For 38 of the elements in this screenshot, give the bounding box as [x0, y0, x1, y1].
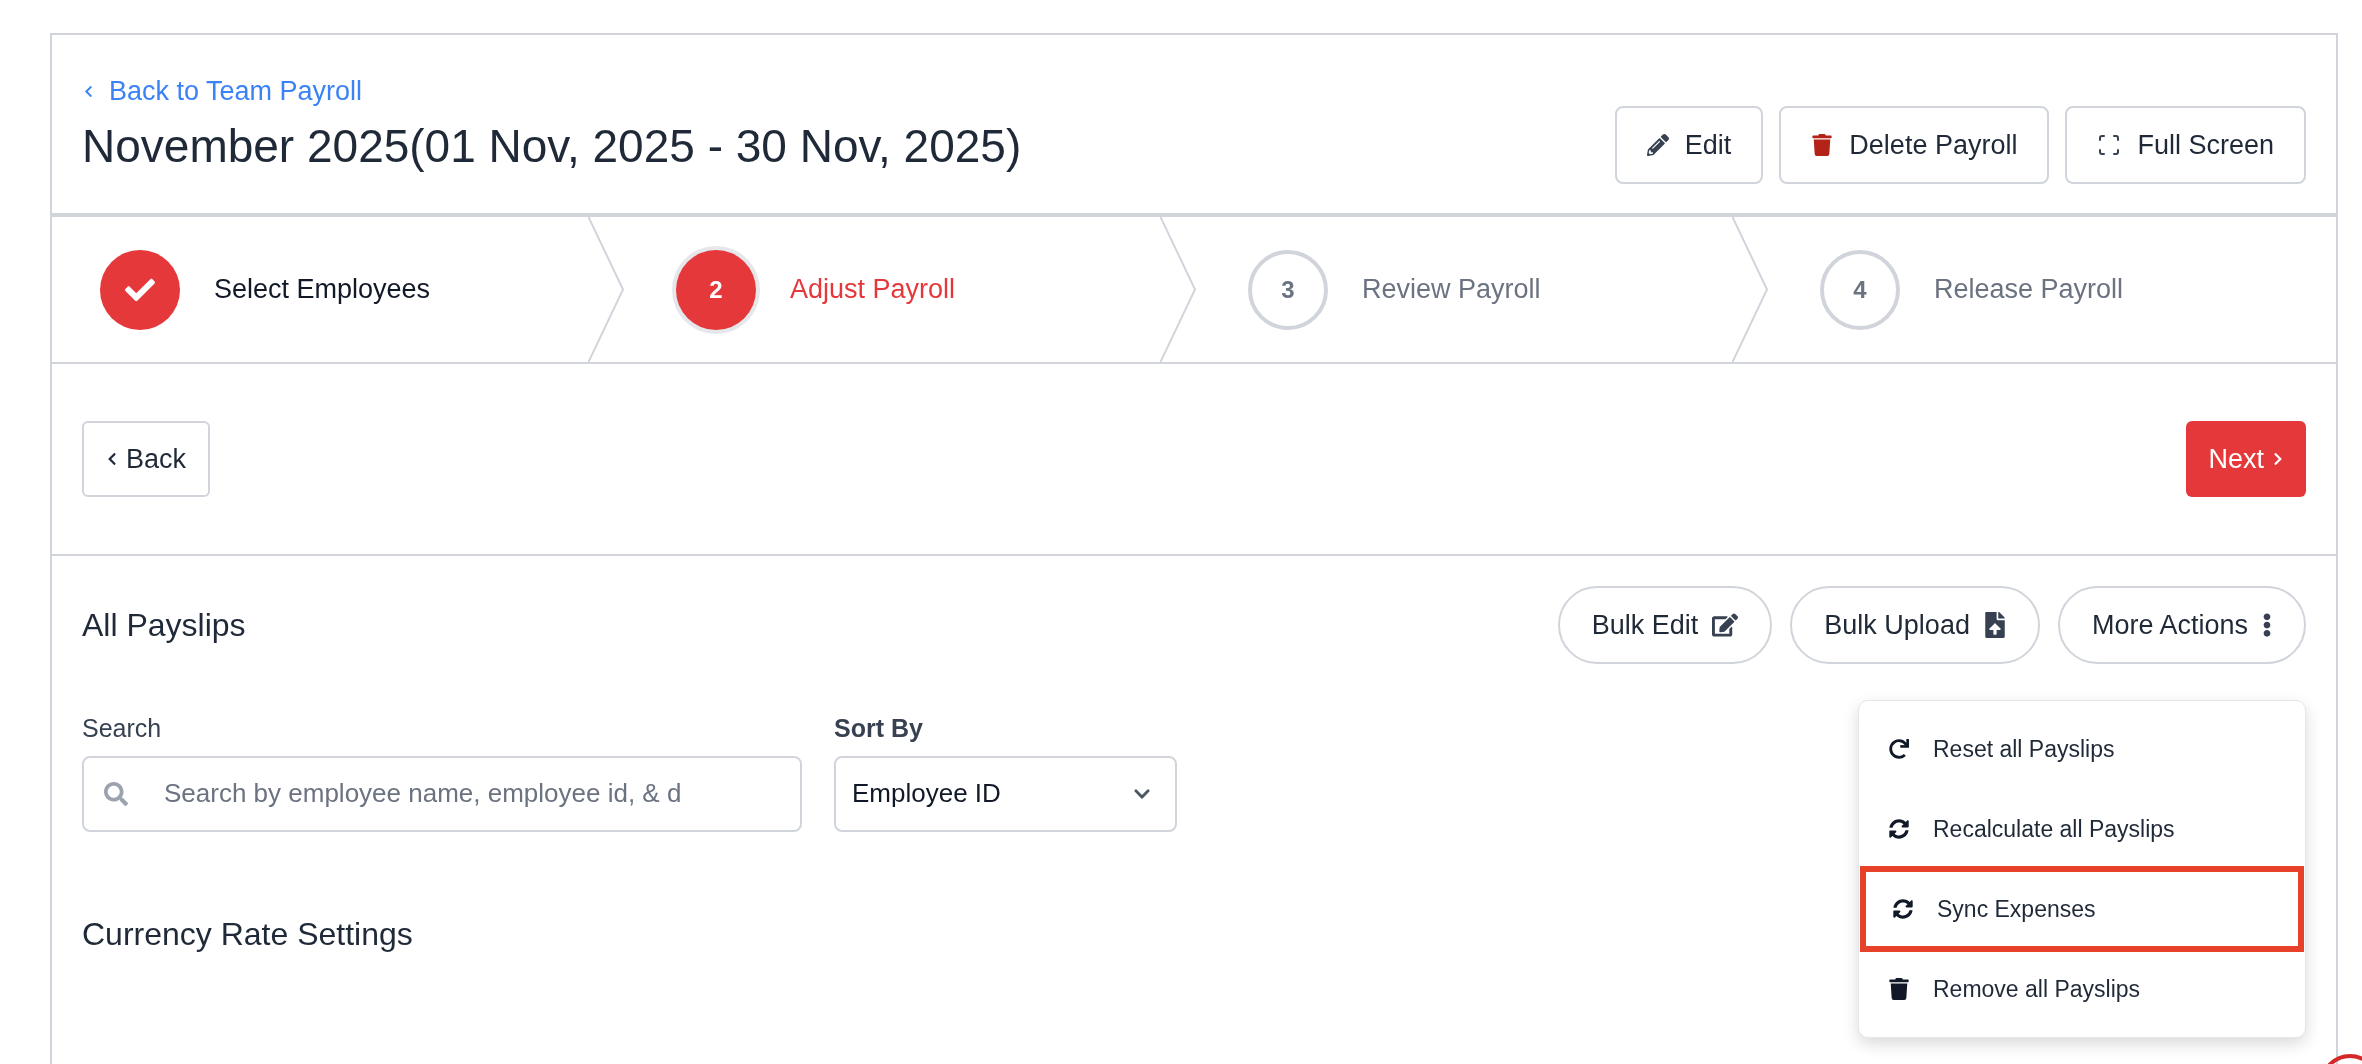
pencil-icon	[1646, 134, 1669, 156]
redo-icon	[1889, 739, 1909, 759]
search-label: Search	[82, 713, 163, 744]
action-button[interactable]: Bulk Upload	[1790, 586, 2040, 664]
menu-item[interactable]: Recalculate all Payslips	[1859, 789, 2305, 869]
fullscreen-icon	[2097, 133, 2122, 157]
back-link[interactable]: Back to Team Payroll	[82, 71, 1022, 112]
sort-dropdown[interactable]: Employee ID	[834, 755, 1177, 832]
step-label[interactable]: Release Payroll	[1934, 269, 2124, 310]
sync-icon	[1893, 899, 1913, 919]
chevron-left-icon	[82, 84, 95, 98]
payroll-title: November 2025(01 Nov, 2025 - 30 Nov, 2025)	[82, 118, 1022, 174]
sync-icon	[1889, 819, 1909, 839]
next-button[interactable]: Next	[2186, 421, 2306, 497]
file-upload-icon	[1983, 612, 2006, 638]
action-button[interactable]: Bulk Edit	[1557, 586, 1773, 664]
section-title: Currency Rate Settings	[82, 914, 413, 954]
header-button[interactable]: Full Screen	[2065, 106, 2306, 184]
search-field[interactable]: Search by employee name, employee id, & d	[82, 755, 802, 832]
menu-item[interactable]: Remove all Payslips	[1859, 949, 2305, 1029]
step-label[interactable]: Review Payroll	[1362, 269, 1541, 310]
header-button[interactable]: Delete Payroll	[1779, 106, 2050, 184]
menu-item[interactable]: Reset all Payslips	[1859, 709, 2305, 789]
action-button[interactable]: More Actions	[2057, 586, 2306, 664]
sort-label: Sort By	[834, 713, 924, 744]
trash-icon	[1811, 134, 1834, 156]
chevron-left-icon	[106, 452, 118, 466]
search-icon	[104, 781, 128, 806]
section-title: All Payslips	[82, 606, 246, 645]
trash-icon	[1889, 978, 1909, 1000]
step-label[interactable]: Adjust Payroll	[790, 269, 956, 310]
header-button[interactable]: Edit	[1614, 106, 1764, 184]
chevron-right-icon	[2272, 452, 2284, 466]
menu-item[interactable]: Sync Expenses	[1863, 869, 2301, 949]
step-label[interactable]: Select Employees	[214, 269, 431, 310]
edit-icon	[1712, 612, 1739, 638]
back-button[interactable]: Back	[82, 421, 211, 497]
more-icon	[2262, 613, 2272, 637]
